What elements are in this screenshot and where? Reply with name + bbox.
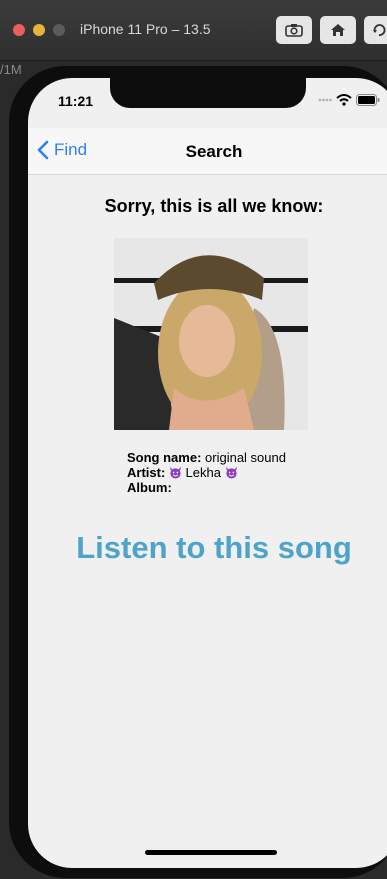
home-button[interactable] [320, 16, 356, 44]
minimize-window-button[interactable] [33, 24, 45, 36]
rotate-icon [373, 24, 386, 36]
iphone-frame: 11:21 Find Search Sorry, this is all we … [9, 66, 387, 878]
simulator-title: iPhone 11 Pro – 13.5 [80, 21, 211, 37]
song-details: Song name: original sound Artist: Lekha [127, 450, 286, 495]
song-name-value: original sound [205, 450, 286, 465]
rotate-button[interactable] [364, 16, 387, 44]
screenshot-button[interactable] [276, 16, 312, 44]
battery-icon [356, 94, 380, 106]
smiling-imp-emoji-icon [225, 466, 237, 479]
smiling-imp-emoji-icon [169, 466, 181, 479]
close-window-button[interactable] [13, 24, 25, 36]
navigation-bar: Find Search [28, 128, 387, 175]
artist-row: Artist: Lekha [127, 465, 286, 480]
artist-value: Lekha [185, 465, 221, 480]
listen-to-song-link[interactable]: Listen to this song [28, 530, 387, 566]
wifi-icon [336, 94, 352, 106]
side-text-fragment: /1M [0, 62, 22, 77]
artist-label: Artist: [127, 465, 166, 480]
simulator-title-bar: iPhone 11 Pro – 13.5 [0, 0, 387, 61]
home-indicator[interactable] [145, 850, 277, 855]
song-name-label: Song name: [127, 450, 202, 465]
screenshot-icon [285, 24, 303, 37]
phone-screen: 11:21 Find Search Sorry, this is all we … [28, 78, 387, 868]
signal-dots-icon [318, 98, 332, 102]
status-time: 11:21 [58, 93, 94, 109]
album-row: Album: [127, 480, 286, 495]
zoom-window-button[interactable] [53, 24, 65, 36]
result-heading: Sorry, this is all we know: [104, 196, 324, 216]
artist-photo [114, 238, 308, 430]
album-label: Album: [127, 480, 172, 495]
home-icon [331, 24, 345, 36]
nav-title: Search [185, 142, 243, 161]
song-name-row: Song name: original sound [127, 450, 286, 465]
status-icons [318, 94, 380, 106]
notch [110, 78, 306, 108]
